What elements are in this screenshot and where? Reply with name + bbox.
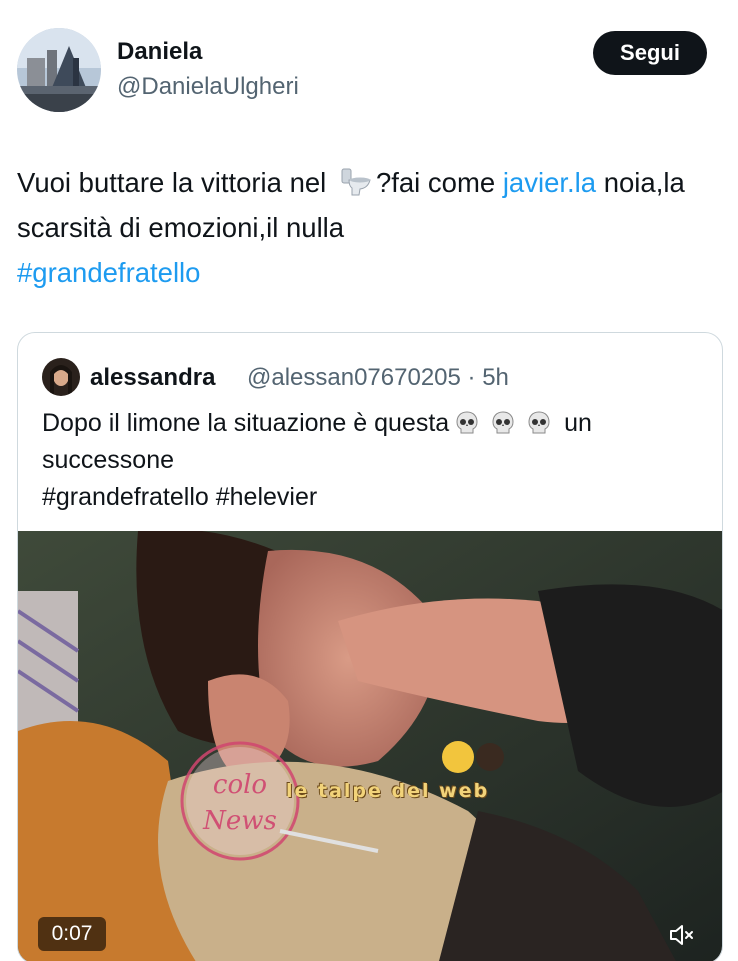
video-frame: colo News (18, 531, 722, 961)
quoted-hashtags[interactable]: #grandefratello #helevier (42, 483, 317, 511)
tweet-link[interactable]: javier.la (503, 167, 596, 198)
quoted-text-part: un (557, 409, 592, 437)
quoted-tweet[interactable]: alessandra @alessan07670205 · 5h Dopo il… (17, 332, 723, 961)
skull-icon (489, 409, 517, 437)
quoted-text-part: Dopo il limone la situazione è questa (42, 409, 450, 437)
quoted-text-part: successone (42, 446, 175, 474)
svg-text:News: News (202, 806, 277, 836)
toilet-icon (340, 164, 372, 196)
tweet-text-part: ?fai come (375, 167, 503, 198)
tweet-text-part: Vuoi buttare la vittoria nel (17, 167, 327, 198)
quoted-text: Dopo il limone la situazione è questa un… (42, 405, 702, 516)
quoted-handle-time[interactable]: @alessan07670205 · 5h (247, 364, 509, 392)
quoted-avatar-image (42, 358, 80, 396)
skull-icon (525, 409, 553, 437)
avatar[interactable] (17, 28, 101, 112)
video-player[interactable]: colo News le talpe del web 0:07 (18, 531, 722, 961)
avatar-image (17, 28, 101, 112)
mute-icon (670, 925, 693, 945)
display-name[interactable]: Daniela (117, 38, 202, 66)
video-watermark: le talpe del web (286, 780, 490, 802)
follow-button[interactable]: Segui (593, 31, 707, 75)
video-duration: 0:07 (38, 917, 106, 951)
quoted-display-name[interactable]: alessandra (90, 364, 215, 392)
tweet-text: Vuoi buttare la vittoria nel ?fai come j… (17, 160, 717, 295)
skull-icon (453, 409, 481, 437)
svg-text:colo: colo (213, 770, 267, 800)
quoted-avatar[interactable] (42, 358, 80, 396)
hashtag-link[interactable]: #grandefratello (17, 257, 200, 288)
user-handle[interactable]: @DanielaUlgheri (117, 73, 299, 101)
mute-button[interactable] (662, 915, 702, 955)
